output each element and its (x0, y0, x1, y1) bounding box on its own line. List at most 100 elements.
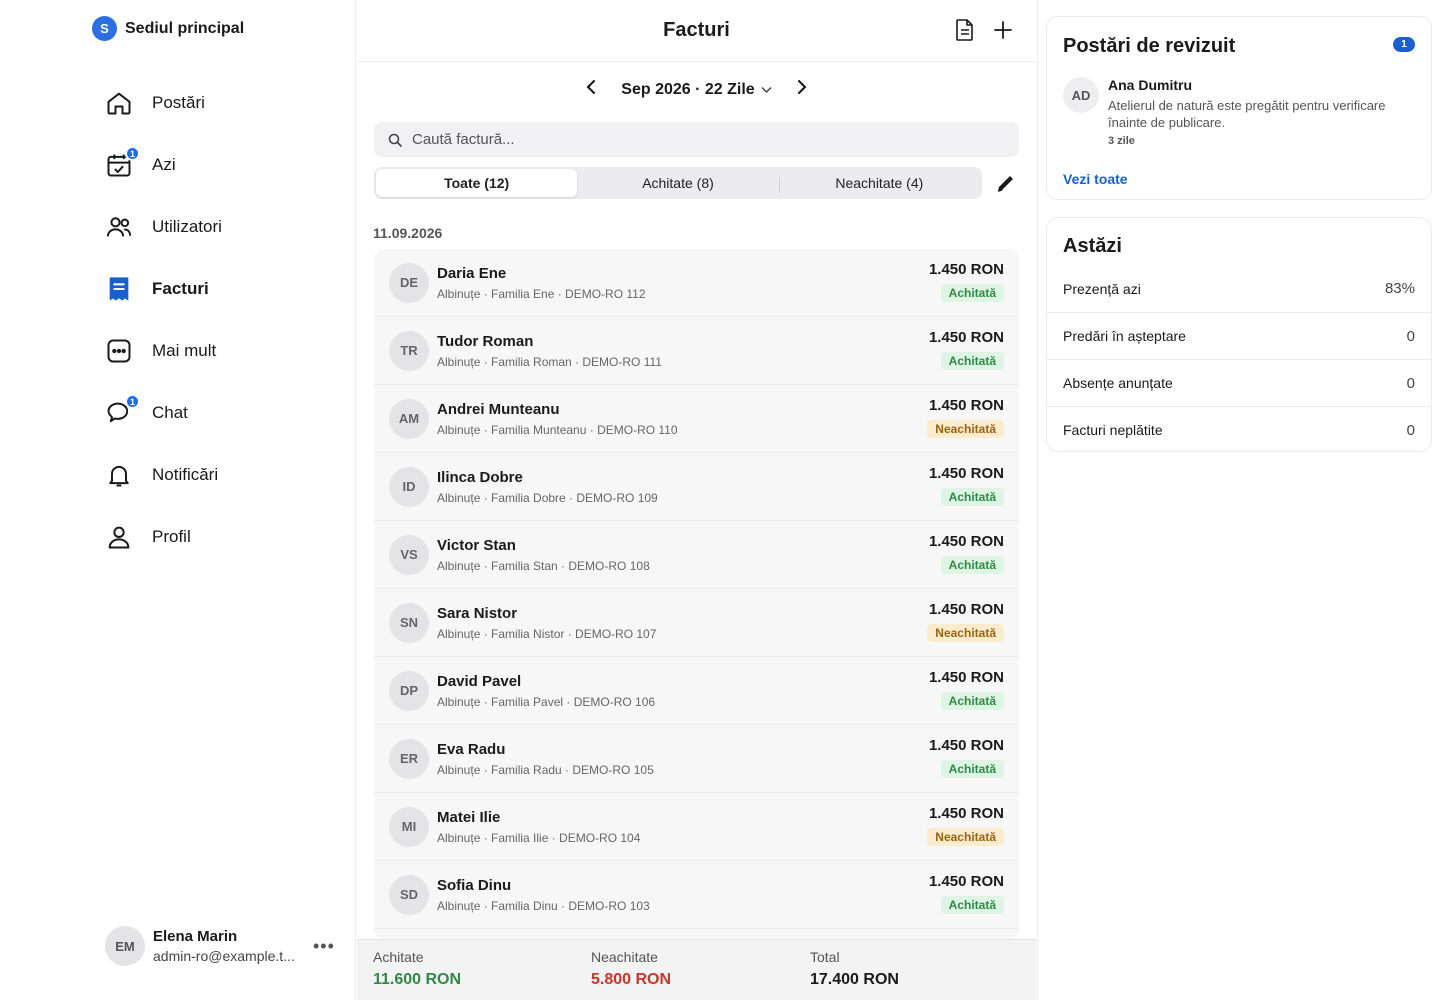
sidebar-item-utilizatori[interactable]: Utilizatori (104, 196, 334, 258)
stat-label: Prezență azi (1063, 280, 1141, 297)
invoice-details: Albinuțe · Familia Ilie · DEMO-RO 104 (437, 830, 641, 845)
invoice-name: Andrei Munteanu (437, 400, 560, 418)
tab-neachitate[interactable]: Neachitate (4) (778, 169, 980, 197)
document-icon[interactable] (954, 18, 976, 42)
avatar: VS (389, 534, 429, 575)
status-badge: Achitată (940, 352, 1004, 370)
stat-row-predari: Predări în așteptare 0 (1047, 312, 1431, 359)
sidebar-item-label: Azi (152, 155, 176, 174)
stat-row-facturi: Facturi neplătite 0 (1047, 406, 1431, 453)
tab-achitate[interactable]: Achitate (8) (577, 169, 778, 197)
sidebar-item-chat[interactable]: 1 Chat (104, 382, 334, 444)
status-badge: Achitată (940, 488, 1004, 506)
paid-total-value: 11.600 RON (373, 971, 462, 988)
invoice-name: David Pavel (437, 672, 522, 690)
stat-value: 0 (1406, 421, 1415, 439)
more-icon (104, 336, 134, 366)
azi-badge: 1 (125, 146, 140, 161)
invoice-amount: 1.450 RON (928, 601, 1004, 618)
status-badge: Achitată (940, 556, 1004, 574)
sidebar: S Sediul principal Postări 1 Azi Utiliza… (0, 0, 356, 1000)
user-account[interactable]: EM Elena Marin admin-ro@example.t... (105, 926, 295, 966)
more-options-icon[interactable]: ••• (313, 936, 335, 957)
org-switcher[interactable]: S Sediul principal (92, 16, 244, 41)
stat-value: 83% (1384, 280, 1415, 297)
grand-total-value: 17.400 RON (810, 971, 899, 988)
profile-icon (104, 522, 134, 552)
add-icon[interactable] (992, 18, 1014, 42)
search-input[interactable] (412, 131, 972, 148)
invoice-amount: 1.450 RON (928, 533, 1004, 550)
avatar: MI (389, 806, 429, 847)
sidebar-item-label: Facturi (152, 279, 209, 298)
status-badge: Achitată (940, 692, 1004, 710)
invoice-amount: 1.450 RON (928, 261, 1004, 278)
stat-label: Absențe anunțate (1063, 375, 1173, 391)
avatar: ID (389, 466, 429, 507)
invoice-row[interactable]: DE Daria Ene Albinuțe · Familia Ene · DEMO… (374, 249, 1019, 317)
sidebar-nav: Postări 1 Azi Utilizatori Facturi Mai mu… (104, 72, 334, 568)
invoice-row[interactable]: SN Sara Nistor Albinuțe · Familia Nistor ·… (374, 589, 1019, 657)
invoice-name: Tudor Roman (437, 332, 534, 350)
avatar: AD (1063, 77, 1099, 113)
stat-value: 0 (1406, 374, 1415, 392)
bell-icon (104, 460, 134, 490)
sidebar-item-facturi[interactable]: Facturi (104, 258, 334, 320)
users-icon (104, 212, 134, 242)
invoice-details: Albinuțe · Familia Dobre · DEMO-RO 109 (437, 490, 658, 505)
invoice-amount: 1.450 RON (928, 737, 1004, 754)
home-icon (104, 88, 134, 118)
invoice-row[interactable]: MI Matei Ilie Albinuțe · Familia Ilie · DE… (374, 793, 1019, 861)
today-card: Astăzi Prezență azi 83% Predări în aștep… (1046, 217, 1432, 452)
status-badge: Neachitată (927, 624, 1004, 642)
stat-label: Predări în așteptare (1063, 328, 1186, 344)
sidebar-item-label: Utilizatori (152, 217, 222, 236)
avatar: EM (105, 926, 145, 966)
next-period-button[interactable] (792, 78, 812, 101)
sidebar-item-label: Notificări (152, 465, 219, 484)
invoice-amount: 1.450 RON (928, 397, 1004, 414)
invoice-row[interactable]: TR Tudor Roman Albinuțe · Familia Roman · … (374, 317, 1019, 385)
page-title: Facturi (663, 19, 730, 41)
invoice-details: Albinuțe · Familia Pavel · DEMO-RO 106 (437, 694, 656, 709)
invoice-row[interactable]: AM Andrei Munteanu Albinuțe · Familia Munt… (374, 385, 1019, 453)
invoice-row[interactable]: DP David Pavel Albinuțe · Familia Pavel · … (374, 657, 1019, 725)
calendar-check-icon: 1 (104, 146, 140, 180)
sidebar-item-notificari[interactable]: Notificări (104, 444, 334, 506)
avatar: AM (389, 398, 429, 439)
status-badge: Achitată (940, 760, 1004, 778)
edit-icon[interactable] (995, 172, 1017, 199)
date-header: 11.09.2026 (373, 225, 443, 241)
invoice-list: DE Daria Ene Albinuțe · Familia Ene · DEMO… (374, 249, 1019, 939)
sidebar-item-mai-mult[interactable]: Mai mult (104, 320, 334, 382)
review-card: Postări de revizuit 1 AD Ana Dumitru Ate… (1046, 16, 1432, 200)
review-count-badge: 1 (1393, 37, 1415, 52)
invoice-details: Albinuțe · Familia Radu · DEMO-RO 105 (437, 762, 654, 777)
sidebar-item-profil[interactable]: Profil (104, 506, 334, 568)
see-all-link[interactable]: Vezi toate (1063, 171, 1128, 187)
sidebar-item-postari[interactable]: Postări (104, 72, 334, 134)
review-time: 3 zile (1108, 135, 1135, 147)
review-item[interactable]: AD Ana Dumitru Atelierul de natură este … (1063, 77, 1423, 147)
tab-toate[interactable]: Toate (12) (376, 169, 578, 197)
totals-bar: Achitate 11.600 RON Neachitate 5.800 RON… (357, 939, 1036, 1000)
user-name: Elena Marin (153, 928, 238, 945)
period-dropdown[interactable]: Sep 2026 · 22 Zile (621, 80, 772, 99)
status-badge: Neachitată (927, 420, 1004, 438)
status-badge: Neachitată (927, 828, 1004, 846)
period-label: Sep 2026 · 22 Zile (621, 80, 755, 98)
chat-badge: 1 (125, 394, 140, 409)
invoice-row[interactable]: ER Eva Radu Albinuțe · Familia Radu · DEMO… (374, 725, 1019, 793)
review-author: Ana Dumitru (1108, 77, 1192, 93)
prev-period-button[interactable] (581, 78, 601, 101)
today-title: Astăzi (1063, 235, 1122, 257)
invoice-row[interactable]: SD Sofia Dinu Albinuțe · Familia Dinu · DE… (374, 861, 1019, 929)
invoice-row[interactable]: ID Ilinca Dobre Albinuțe · Familia Dobre ·… (374, 453, 1019, 521)
sidebar-item-azi[interactable]: 1 Azi (104, 134, 334, 196)
invoice-amount: 1.450 RON (928, 329, 1004, 346)
invoice-icon (104, 274, 134, 304)
invoice-row[interactable]: VS Victor Stan Albinuțe · Familia Stan · D… (374, 521, 1019, 589)
search-bar (374, 122, 1019, 157)
stat-row-absente: Absențe anunțate 0 (1047, 359, 1431, 406)
avatar: DP (389, 670, 429, 711)
